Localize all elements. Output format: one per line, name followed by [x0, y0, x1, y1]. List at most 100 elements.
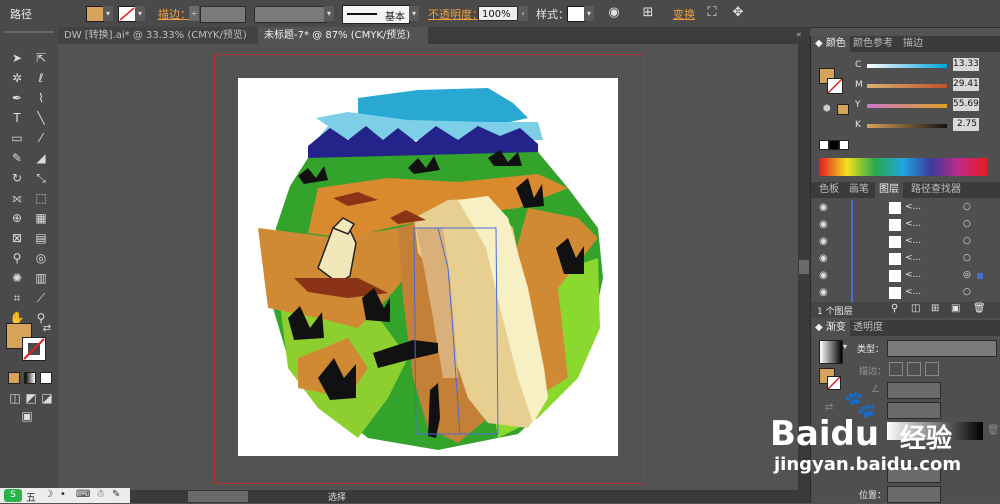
collapse-panels-icon[interactable]: « — [796, 30, 802, 40]
gradient-position-field[interactable] — [887, 486, 941, 503]
punctuation-icon[interactable]: • — [60, 489, 66, 500]
recolor-icon[interactable]: ◉ — [606, 5, 622, 21]
visibility-eye-icon[interactable]: ◉ — [819, 287, 828, 298]
tab-color-guide[interactable]: 颜色参考 — [849, 36, 897, 52]
channel-c-field[interactable]: 13.33 — [953, 58, 979, 71]
new-sublayer-icon[interactable]: ⊞ — [931, 303, 939, 314]
eyedropper-icon[interactable]: ⚲ — [8, 249, 26, 267]
target-circle-icon[interactable]: ○ — [963, 287, 971, 297]
stroke-label[interactable]: 描边： — [158, 6, 191, 22]
fill-dropdown-icon[interactable]: ▾ — [103, 6, 113, 21]
stroke-weight-field[interactable] — [200, 6, 246, 23]
locate-object-icon[interactable]: ⚲ — [891, 303, 898, 314]
symbol-sprayer-icon[interactable]: ✺ — [8, 269, 26, 287]
sogou-icon[interactable]: S — [4, 489, 22, 502]
isolate-icon[interactable]: ⛶ — [704, 5, 720, 21]
stroke-gradient-across-icon[interactable] — [925, 362, 939, 376]
brush-tool-icon[interactable]: ⁄ — [32, 129, 50, 147]
black-swatch[interactable] — [829, 140, 839, 150]
user-icon[interactable]: ☃ — [96, 489, 105, 500]
channel-k-field[interactable]: 2.75 — [953, 118, 979, 131]
tab-dw-document[interactable]: DW [转换].ai* @ 33.33% (CMYK/预览) × — [58, 27, 258, 58]
tab-swatches[interactable]: 色板 — [815, 182, 843, 198]
channel-m-slider[interactable] — [867, 84, 947, 88]
tab-color[interactable]: ◆ 颜色 — [811, 36, 850, 52]
illustration-artwork[interactable] — [238, 78, 618, 456]
target-circle-icon[interactable]: ◎ — [963, 270, 971, 280]
opacity-arrow-icon[interactable]: › — [518, 6, 528, 21]
tab-transparency[interactable]: 透明度 — [849, 320, 887, 336]
fill-swatch[interactable] — [86, 6, 104, 22]
gradient-dropdown-icon[interactable]: ▾ — [843, 342, 847, 351]
layer-name[interactable]: <... — [905, 219, 921, 229]
settings-icon[interactable]: ✎ — [112, 489, 120, 500]
selection-indicator[interactable] — [977, 273, 983, 279]
line-tool-icon[interactable]: ╲ — [32, 109, 50, 127]
free-transform-icon[interactable]: ⬚ — [32, 189, 50, 207]
layer-row[interactable]: ◉ <... ○ — [811, 217, 1000, 235]
layer-row[interactable]: ◉ <... ○ — [811, 285, 1000, 303]
channel-y-field[interactable]: 55.69 — [953, 98, 979, 111]
tab-layers[interactable]: 图层 — [875, 182, 903, 198]
perspective-grid-icon[interactable]: ▦ — [32, 209, 50, 227]
artboard[interactable] — [238, 78, 618, 456]
tab-gradient[interactable]: ◆ 渐变 — [811, 320, 850, 336]
visibility-eye-icon[interactable]: ◉ — [819, 270, 828, 281]
brush-dropdown-icon[interactable]: ▾ — [409, 6, 419, 21]
graph-tool-icon[interactable]: ▥ — [32, 269, 50, 287]
variable-width-dropdown[interactable] — [254, 6, 326, 23]
tab-brushes[interactable]: 画笔 — [845, 182, 873, 198]
transform-link[interactable]: 变换 — [673, 6, 695, 22]
canvas[interactable] — [58, 44, 798, 490]
selection-tool-icon[interactable]: ➤ — [8, 49, 26, 67]
horizontal-scroll-thumb[interactable] — [188, 491, 248, 502]
variable-width-arrow-icon[interactable]: ▾ — [324, 6, 334, 21]
layer-row[interactable]: ◉ <... ○ — [811, 234, 1000, 252]
opacity-label[interactable]: 不透明度： — [428, 6, 483, 22]
mesh-tool-icon[interactable]: ⊠ — [8, 229, 26, 247]
slice-tool-icon[interactable]: ⟋ — [32, 289, 50, 307]
gradient-tool-icon[interactable]: ▤ — [32, 229, 50, 247]
layer-name[interactable]: <... — [905, 202, 921, 212]
shape-builder-icon[interactable]: ⊕ — [8, 209, 26, 227]
layer-name[interactable]: <... — [905, 270, 921, 280]
white-swatch[interactable] — [839, 140, 849, 150]
stroke-weight-stepper[interactable]: ÷ — [189, 6, 199, 21]
visibility-eye-icon[interactable]: ◉ — [819, 202, 828, 213]
layer-row-selected[interactable]: ◉ <... ◎ — [811, 268, 1000, 286]
tab-untitled-7[interactable]: 未标题-7* @ 87% (CMYK/预览) × — [258, 27, 428, 58]
new-layer-icon[interactable]: ▣ — [951, 303, 960, 314]
layer-row[interactable]: ◉ <... ○ — [811, 251, 1000, 269]
rectangle-tool-icon[interactable]: ▭ — [8, 129, 26, 147]
direct-selection-tool-icon[interactable]: ⇱ — [32, 49, 50, 67]
brush-definition-dropdown[interactable]: 基本 — [342, 5, 410, 24]
horizontal-scrollbar[interactable]: 选择 — [58, 490, 810, 503]
stroke-gradient-within-icon[interactable] — [889, 362, 903, 376]
gamut-color-swatch[interactable] — [837, 104, 849, 115]
layer-name[interactable]: <... — [905, 253, 921, 263]
gradient-preview[interactable] — [819, 340, 843, 364]
channel-y-slider[interactable] — [867, 104, 947, 108]
magic-wand-icon[interactable]: ✲ — [8, 69, 26, 87]
none-mode-icon[interactable] — [40, 372, 52, 384]
vertical-scroll-thumb[interactable] — [799, 260, 809, 274]
delete-layer-icon[interactable]: 🗑 — [973, 303, 986, 314]
scale-tool-icon[interactable]: ⤡ — [32, 169, 50, 187]
width-tool-icon[interactable]: ⟗ — [8, 189, 26, 207]
target-circle-icon[interactable]: ○ — [963, 236, 971, 246]
envelope-icon[interactable]: ✥ — [730, 5, 746, 21]
target-circle-icon[interactable]: ○ — [963, 253, 971, 263]
lasso-icon[interactable]: ℓ — [32, 69, 50, 87]
screen-mode-icon[interactable]: ▣ — [18, 407, 36, 425]
draw-inside-icon[interactable]: ◪ — [38, 389, 56, 407]
stroke-color-box[interactable] — [22, 337, 46, 361]
clipping-mask-icon[interactable]: ◫ — [911, 303, 920, 314]
style-dropdown-icon[interactable]: ▾ — [584, 6, 594, 21]
target-circle-icon[interactable]: ○ — [963, 202, 971, 212]
align-icon[interactable]: ⊞ — [640, 5, 656, 21]
eraser-tool-icon[interactable]: ◢ — [32, 149, 50, 167]
gradient-type-dropdown[interactable] — [887, 340, 997, 357]
moon-icon[interactable]: ☽ — [44, 489, 53, 500]
artboard-tool-icon[interactable]: ⌗ — [8, 289, 26, 307]
visibility-eye-icon[interactable]: ◉ — [819, 236, 828, 247]
